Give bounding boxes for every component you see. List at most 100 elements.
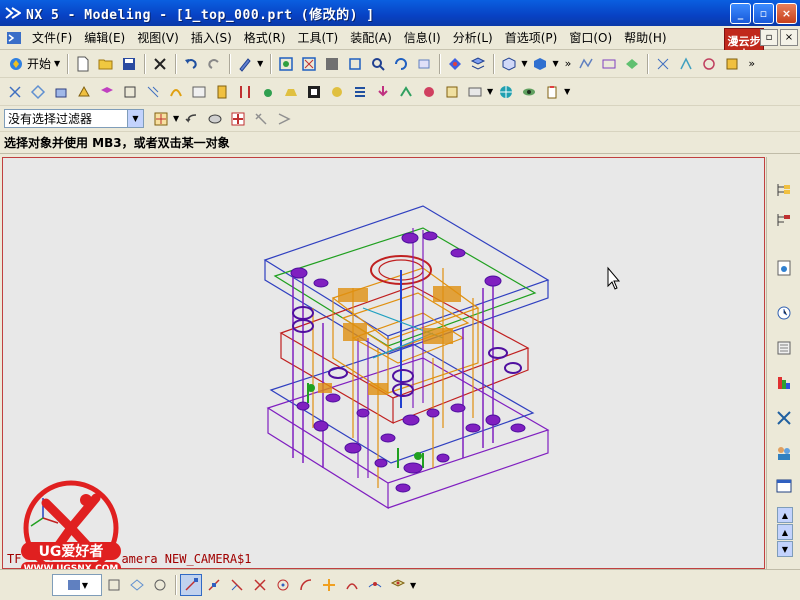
feature-icon-8[interactable]	[165, 81, 187, 103]
feature-icon-7[interactable]	[142, 81, 164, 103]
system-materials-icon[interactable]	[773, 337, 795, 359]
snap-intersection-icon[interactable]	[249, 574, 271, 596]
mdi-restore-button[interactable]: ▫	[760, 29, 778, 46]
selection-mode-select[interactable]: ▼	[52, 574, 102, 596]
mold-tool-icon-2[interactable]	[675, 53, 697, 75]
menu-preferences[interactable]: 首选项(P)	[499, 28, 564, 48]
view-tool-icon-2[interactable]	[126, 574, 148, 596]
redo-icon[interactable]	[203, 53, 225, 75]
assembly-navigator-icon[interactable]	[773, 179, 795, 201]
feature-icon-13[interactable]	[280, 81, 302, 103]
part-navigator-icon[interactable]	[773, 209, 795, 231]
feature-icon-18[interactable]	[395, 81, 417, 103]
save-icon[interactable]	[118, 53, 140, 75]
cut-icon[interactable]	[149, 53, 171, 75]
feature-icon-14[interactable]	[303, 81, 325, 103]
feature-icon-20[interactable]	[441, 81, 463, 103]
close-button[interactable]: ×	[776, 3, 797, 24]
feature-icon-5[interactable]	[96, 81, 118, 103]
snap-endpoint-icon[interactable]	[180, 574, 202, 596]
snap-midpoint-icon[interactable]	[203, 574, 225, 596]
mold-tool-icon-1[interactable]	[652, 53, 674, 75]
menu-insert[interactable]: 插入(S)	[185, 28, 238, 48]
snap-tool-icon-2[interactable]	[273, 108, 295, 130]
feature-icon-4[interactable]	[73, 81, 95, 103]
select-body-icon[interactable]	[204, 108, 226, 130]
feature-icon-6[interactable]	[119, 81, 141, 103]
select-point-icon[interactable]	[227, 108, 249, 130]
feature-icon-11[interactable]	[234, 81, 256, 103]
feature-icon-9[interactable]	[188, 81, 210, 103]
snap-arc-icon[interactable]	[341, 574, 363, 596]
pan-icon[interactable]	[413, 53, 435, 75]
feature-icon-21[interactable]	[464, 81, 486, 103]
orient-view-icon[interactable]	[498, 53, 520, 75]
roles-icon[interactable]	[773, 442, 795, 464]
analysis-tool-icon-2[interactable]	[598, 53, 620, 75]
app-menu-icon[interactable]	[6, 30, 22, 46]
snap-quadrant-icon[interactable]	[295, 574, 317, 596]
scroll-up-icon[interactable]: ▲	[777, 524, 793, 540]
minimize-button[interactable]: _	[730, 3, 751, 24]
scroll-down-icon[interactable]: ▼	[777, 541, 793, 557]
reuse-library-icon[interactable]	[773, 257, 795, 279]
resource-bar-scroll[interactable]: ▲ ▲ ▼	[777, 507, 793, 567]
analysis-tool-icon-1[interactable]	[575, 53, 597, 75]
zoom-window-icon[interactable]	[298, 53, 320, 75]
back-arrow-icon[interactable]	[181, 108, 203, 130]
menu-information[interactable]: 信息(I)	[398, 28, 447, 48]
menu-analysis[interactable]: 分析(L)	[447, 28, 499, 48]
scroll-top-icon[interactable]: ▲	[777, 507, 793, 523]
view-tool-icon-3[interactable]	[149, 574, 171, 596]
menu-edit[interactable]: 编辑(E)	[78, 28, 131, 48]
mold-tool-icon-3[interactable]	[698, 53, 720, 75]
analysis-tool-icon-3[interactable]	[621, 53, 643, 75]
rotate-icon[interactable]	[390, 53, 412, 75]
feature-icon-1[interactable]	[4, 81, 26, 103]
view-tool-icon-1[interactable]	[103, 574, 125, 596]
start-button[interactable]: 开始 ▼	[4, 53, 64, 75]
palette-icon[interactable]	[773, 372, 795, 394]
snap-tool-icon-1[interactable]	[250, 108, 272, 130]
shaded-view-icon[interactable]	[321, 53, 343, 75]
menu-format[interactable]: 格式(R)	[238, 28, 292, 48]
feature-icon-16[interactable]	[349, 81, 371, 103]
mold-tool-icon-4[interactable]	[721, 53, 743, 75]
chevron-down-icon[interactable]: ▼	[127, 110, 143, 127]
menu-assemblies[interactable]: 装配(A)	[344, 28, 398, 48]
eye-icon[interactable]	[518, 81, 540, 103]
undo-icon[interactable]	[180, 53, 202, 75]
snap-center-icon[interactable]	[272, 574, 294, 596]
process-studio-icon[interactable]	[773, 407, 795, 429]
snap-surface-icon[interactable]	[387, 574, 409, 596]
clipboard-icon[interactable]	[541, 81, 563, 103]
menu-help[interactable]: 帮助(H)	[618, 28, 672, 48]
open-folder-icon[interactable]	[95, 53, 117, 75]
zoom-icon[interactable]	[367, 53, 389, 75]
history-clock-icon[interactable]	[773, 302, 795, 324]
feature-icon-3[interactable]	[50, 81, 72, 103]
feature-icon-19[interactable]	[418, 81, 440, 103]
globe-icon[interactable]	[495, 81, 517, 103]
feature-icon-10[interactable]	[211, 81, 233, 103]
new-file-icon[interactable]	[72, 53, 94, 75]
snap-existing-icon[interactable]	[318, 574, 340, 596]
type-filter-select[interactable]: 没有选择过滤器 ▼	[4, 109, 144, 128]
render-style-icon[interactable]	[444, 53, 466, 75]
snap-control-icon[interactable]	[226, 574, 248, 596]
menu-window[interactable]: 窗口(O)	[563, 28, 618, 48]
feature-icon-15[interactable]	[326, 81, 348, 103]
fit-view-icon[interactable]	[275, 53, 297, 75]
mdi-close-button[interactable]: ×	[780, 29, 798, 46]
feature-icon-2[interactable]	[27, 81, 49, 103]
snap-point-on-curve-icon[interactable]	[364, 574, 386, 596]
feature-icon-17[interactable]	[372, 81, 394, 103]
menu-view[interactable]: 视图(V)	[131, 28, 185, 48]
feature-icon-12[interactable]	[257, 81, 279, 103]
layer-icon[interactable]	[467, 53, 489, 75]
menu-file[interactable]: 文件(F)	[26, 28, 78, 48]
web-browser-icon[interactable]	[773, 475, 795, 497]
solid-cube-icon[interactable]	[529, 53, 551, 75]
wireframe-view-icon[interactable]	[344, 53, 366, 75]
sketch-pencil-icon[interactable]	[234, 53, 256, 75]
